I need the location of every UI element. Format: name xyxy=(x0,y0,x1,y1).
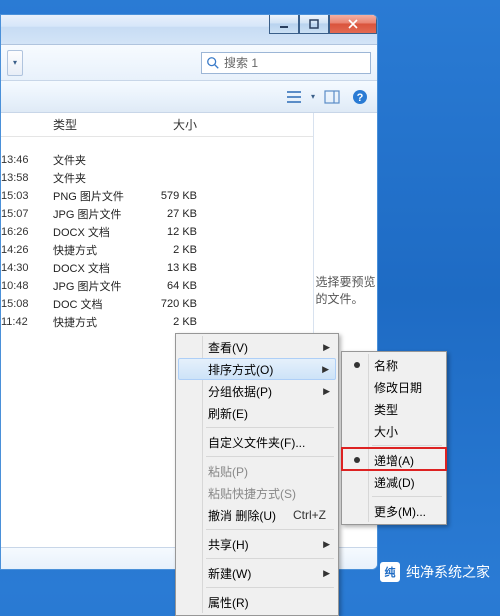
cell-size: 2 KB xyxy=(147,244,227,256)
cell-date: 16:26 xyxy=(1,226,47,238)
cell-size: 27 KB xyxy=(147,208,227,220)
table-row[interactable]: 11:42快捷方式2 KB xyxy=(1,313,313,331)
minimize-button[interactable] xyxy=(269,14,299,34)
table-row[interactable]: 14:30DOCX 文档13 KB xyxy=(1,259,313,277)
cell-size: 2 KB xyxy=(147,316,227,328)
sort-type[interactable]: 类型 xyxy=(344,398,444,420)
cell-type: JPG 图片文件 xyxy=(47,278,147,294)
cell-size: 579 KB xyxy=(147,190,227,202)
sort-name[interactable]: 名称 xyxy=(344,354,444,376)
sort-ascending[interactable]: 递增(A) xyxy=(344,449,444,471)
cell-size: 13 KB xyxy=(147,262,227,274)
cell-size: 720 KB xyxy=(147,298,227,310)
menu-undo-delete[interactable]: 撤消 删除(U)Ctrl+Z xyxy=(178,504,336,526)
nav-history-dropdown[interactable]: ▾ xyxy=(7,50,23,76)
search-icon xyxy=(206,56,220,70)
menu-properties[interactable]: 属性(R) xyxy=(178,591,336,613)
context-menu: 查看(V)▶ 排序方式(O)▶ 分组依据(P)▶ 刷新(E) 自定义文件夹(F)… xyxy=(175,333,339,616)
nav-bar: ▾ 搜索 1 xyxy=(1,45,377,81)
table-row[interactable]: 15:03PNG 图片文件579 KB xyxy=(1,187,313,205)
cell-type: 文件夹 xyxy=(47,152,147,168)
menu-refresh[interactable]: 刷新(E) xyxy=(178,402,336,424)
chevron-right-icon: ▶ xyxy=(323,539,330,550)
chevron-right-icon: ▶ xyxy=(323,386,330,397)
table-row[interactable]: 14:26快捷方式2 KB xyxy=(1,241,313,259)
column-type[interactable]: 类型 xyxy=(47,116,147,133)
watermark: 纯 纯净系统之家 xyxy=(380,562,490,582)
search-placeholder: 搜索 1 xyxy=(224,54,258,71)
sort-size[interactable]: 大小 xyxy=(344,420,444,442)
chevron-right-icon: ▶ xyxy=(322,364,329,375)
titlebar xyxy=(1,15,377,45)
column-size[interactable]: 大小 xyxy=(147,116,227,133)
cell-date: 15:08 xyxy=(1,298,47,310)
column-headers: 类型 大小 xyxy=(1,113,313,137)
cell-size: 12 KB xyxy=(147,226,227,238)
preview-text-1: 选择要预览 xyxy=(315,273,375,290)
cell-size: 64 KB xyxy=(147,280,227,292)
help-icon[interactable]: ? xyxy=(349,86,371,108)
table-row[interactable]: 15:07JPG 图片文件27 KB xyxy=(1,205,313,223)
cell-type: DOCX 文档 xyxy=(47,224,147,240)
cell-type: 快捷方式 xyxy=(47,314,147,330)
watermark-logo-icon: 纯 xyxy=(380,562,400,582)
table-row[interactable]: 13:46文件夹 xyxy=(1,151,313,169)
menu-new[interactable]: 新建(W)▶ xyxy=(178,562,336,584)
menu-sort[interactable]: 排序方式(O)▶ xyxy=(178,358,336,380)
cell-type: 快捷方式 xyxy=(47,242,147,258)
watermark-text: 纯净系统之家 xyxy=(406,562,490,582)
table-row[interactable]: 13:58文件夹 xyxy=(1,169,313,187)
cell-date: 14:26 xyxy=(1,244,47,256)
svg-text:?: ? xyxy=(357,92,364,104)
cell-type: DOC 文档 xyxy=(47,296,147,312)
toolbar: ▾ ? xyxy=(1,81,377,113)
cell-date: 13:46 xyxy=(1,154,47,166)
menu-paste-shortcut: 粘贴快捷方式(S) xyxy=(178,482,336,504)
radio-dot-icon xyxy=(354,362,360,368)
window-controls xyxy=(269,14,377,34)
cell-date: 15:07 xyxy=(1,208,47,220)
close-button[interactable] xyxy=(329,14,377,34)
menu-share[interactable]: 共享(H)▶ xyxy=(178,533,336,555)
table-row[interactable]: 10:48JPG 图片文件64 KB xyxy=(1,277,313,295)
preview-pane-icon[interactable] xyxy=(321,86,343,108)
cell-date: 14:30 xyxy=(1,262,47,274)
view-dropdown-icon[interactable]: ▾ xyxy=(311,92,315,101)
cell-date: 10:48 xyxy=(1,280,47,292)
maximize-button[interactable] xyxy=(299,14,329,34)
sort-submenu: 名称 修改日期 类型 大小 递增(A) 递减(D) 更多(M)... xyxy=(341,351,447,525)
menu-paste: 粘贴(P) xyxy=(178,460,336,482)
cell-type: JPG 图片文件 xyxy=(47,206,147,222)
radio-dot-icon xyxy=(354,457,360,463)
sort-descending[interactable]: 递减(D) xyxy=(344,471,444,493)
shortcut-label: Ctrl+Z xyxy=(293,508,326,522)
preview-text-2: 的文件。 xyxy=(315,290,375,307)
table-row[interactable]: 15:08DOC 文档720 KB xyxy=(1,295,313,313)
cell-type: DOCX 文档 xyxy=(47,260,147,276)
cell-date: 13:58 xyxy=(1,172,47,184)
cell-type: PNG 图片文件 xyxy=(47,188,147,204)
sort-date-modified[interactable]: 修改日期 xyxy=(344,376,444,398)
menu-group[interactable]: 分组依据(P)▶ xyxy=(178,380,336,402)
table-row[interactable]: 16:26DOCX 文档12 KB xyxy=(1,223,313,241)
menu-customize-folder[interactable]: 自定义文件夹(F)... xyxy=(178,431,336,453)
chevron-right-icon: ▶ xyxy=(323,342,330,353)
view-details-icon[interactable] xyxy=(283,86,305,108)
search-input[interactable]: 搜索 1 xyxy=(201,52,371,74)
menu-view[interactable]: 查看(V)▶ xyxy=(178,336,336,358)
sort-more[interactable]: 更多(M)... xyxy=(344,500,444,522)
cell-type: 文件夹 xyxy=(47,170,147,186)
cell-date: 15:03 xyxy=(1,190,47,202)
cell-date: 11:42 xyxy=(1,316,47,328)
chevron-right-icon: ▶ xyxy=(323,568,330,579)
